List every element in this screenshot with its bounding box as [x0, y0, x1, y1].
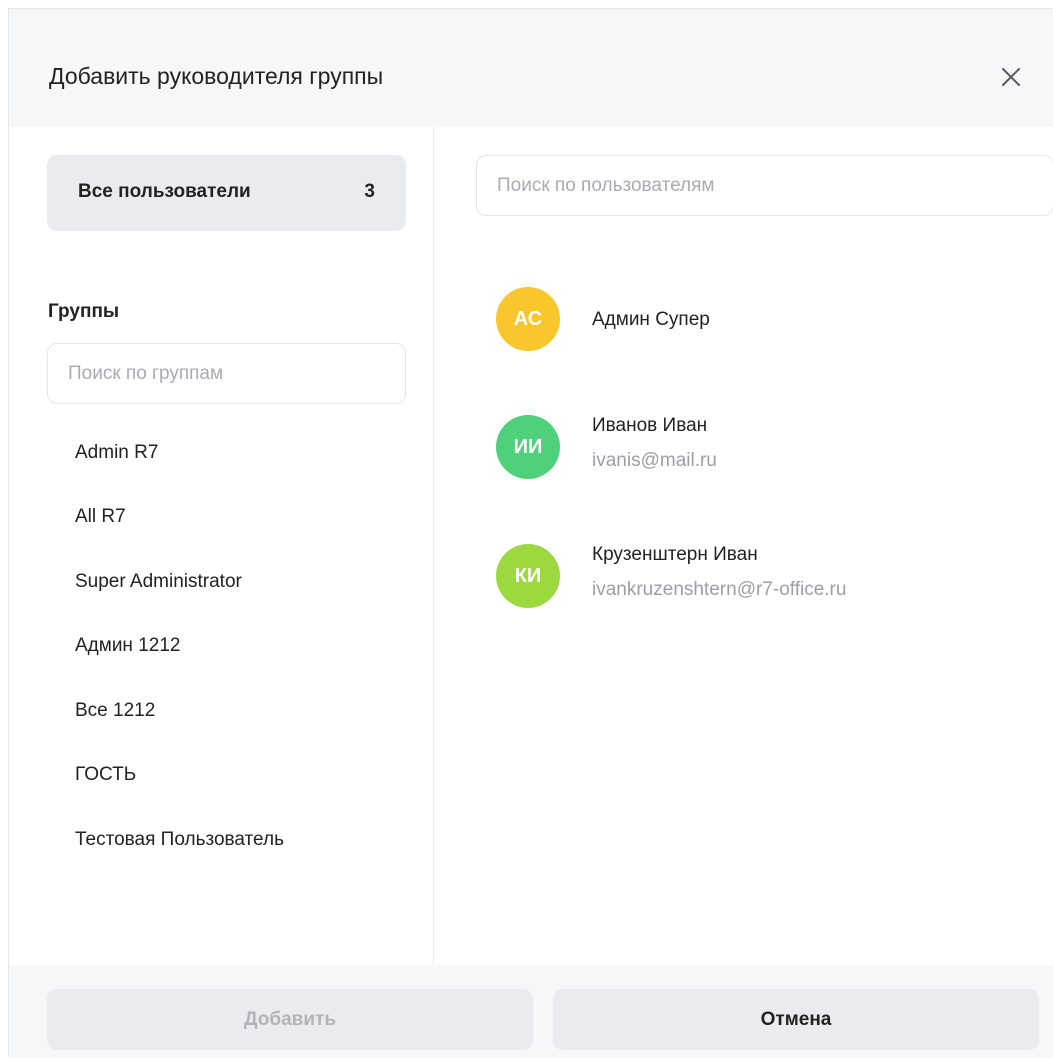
- all-users-item[interactable]: Все пользователи 3: [47, 155, 406, 231]
- group-item[interactable]: ГОСТЬ: [75, 764, 136, 786]
- close-icon[interactable]: [999, 65, 1023, 89]
- group-item[interactable]: Все 1212: [75, 700, 155, 722]
- dialog-header: Добавить руководителя группы: [9, 9, 1053, 127]
- add-group-manager-dialog: Добавить руководителя группы Все пользов…: [8, 8, 1053, 1058]
- group-search-input[interactable]: [48, 344, 405, 403]
- user-name: Админ Супер: [592, 309, 710, 330]
- user-row[interactable]: ИИ Иванов Иван ivanis@mail.ru: [496, 415, 1036, 479]
- user-row[interactable]: АС Админ Супер: [496, 287, 1036, 351]
- user-name: Иванов Иван: [592, 415, 708, 436]
- group-item[interactable]: Super Administrator: [75, 571, 242, 593]
- user-search-field: [476, 155, 1053, 216]
- all-users-count: 3: [364, 181, 375, 202]
- avatar: ИИ: [496, 415, 560, 479]
- groups-heading: Группы: [48, 301, 120, 322]
- dialog-title: Добавить руководителя группы: [49, 63, 384, 89]
- group-item[interactable]: Тестовая Пользователь: [75, 829, 284, 851]
- avatar: КИ: [496, 544, 560, 608]
- user-email: ivankruzenshtern@r7-office.ru: [592, 579, 847, 600]
- group-item[interactable]: All R7: [75, 506, 126, 528]
- all-users-label: Все пользователи: [78, 181, 251, 202]
- user-row[interactable]: КИ Крузенштерн Иван ivankruzenshtern@r7-…: [496, 544, 1036, 608]
- add-button[interactable]: Добавить: [47, 989, 533, 1050]
- groups-panel: Все пользователи 3 Группы Admin R7 All R…: [9, 127, 434, 965]
- group-item[interactable]: Админ 1212: [75, 635, 180, 657]
- user-search-input[interactable]: [477, 156, 1053, 215]
- group-item[interactable]: Admin R7: [75, 442, 158, 464]
- dialog-footer: Добавить Отмена: [9, 965, 1053, 1058]
- user-email: ivanis@mail.ru: [592, 450, 717, 471]
- user-name: Крузенштерн Иван: [592, 544, 758, 565]
- users-panel: АС Админ Супер ИИ Иванов Иван ivanis@mai…: [434, 127, 1053, 965]
- avatar: АС: [496, 287, 560, 351]
- group-search-field: [47, 343, 406, 404]
- cancel-button[interactable]: Отмена: [553, 989, 1039, 1050]
